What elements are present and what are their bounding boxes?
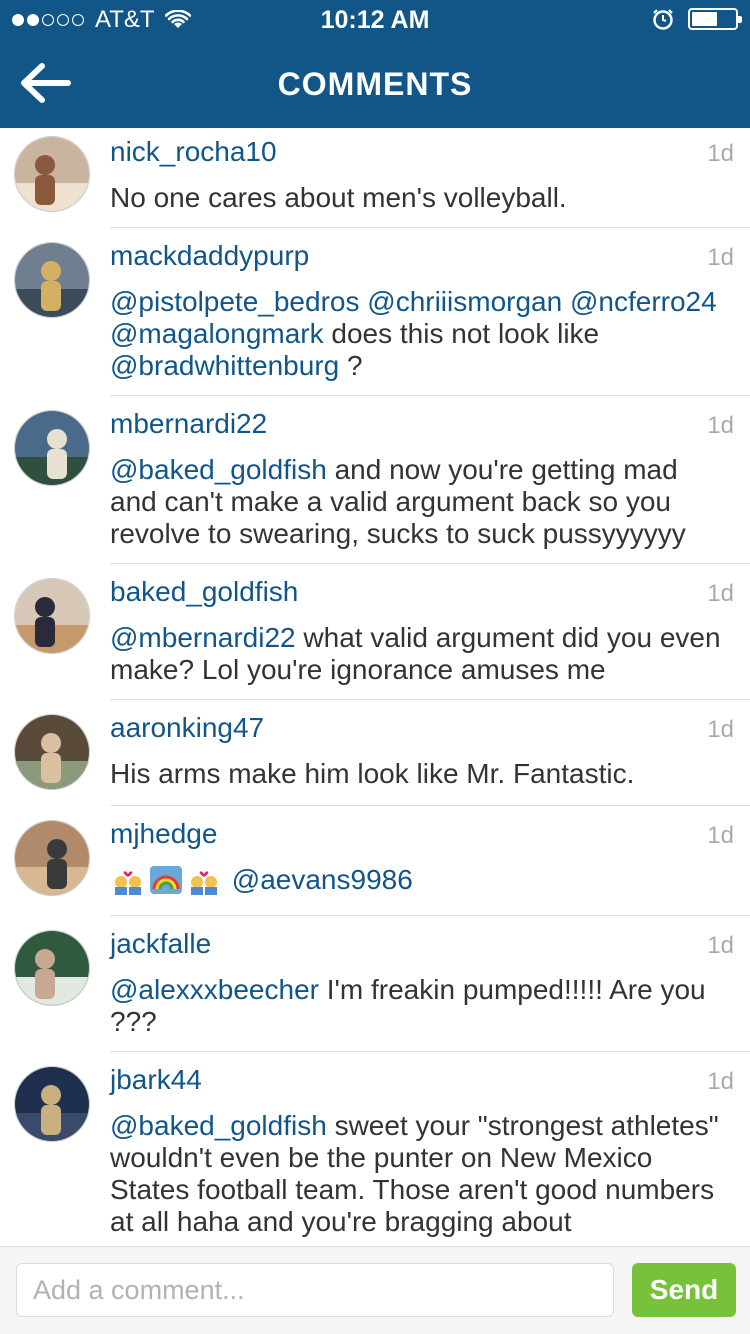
comment-text: @pistolpete_bedros @chriiismorgan @ncfer… <box>110 286 730 382</box>
avatar[interactable] <box>14 820 90 896</box>
comment-item[interactable]: baked_goldfish 1d @mbernardi22 what valid … <box>0 564 750 700</box>
comment-text: His arms make him look like Mr. Fantasti… <box>110 758 730 790</box>
timestamp: 1d <box>707 412 734 439</box>
alarm-icon <box>653 9 673 30</box>
mention-link[interactable]: @ncferro24 <box>570 286 717 317</box>
comment-item[interactable]: nick_rocha10 1d No one cares about men's v… <box>0 128 750 228</box>
couple-heart-icon <box>191 871 217 895</box>
avatar[interactable] <box>14 242 90 318</box>
comment-text: @baked_goldfish and now you're getting m… <box>110 454 730 550</box>
couple-heart-icon <box>115 871 141 895</box>
clock: 10:12 AM <box>320 6 430 34</box>
comment-item[interactable]: jbark44 1d @baked_goldfish sweet your "str… <box>0 1052 750 1246</box>
battery-icon <box>688 8 742 30</box>
mention-link[interactable]: @magalongmark <box>110 318 324 349</box>
comment-item[interactable]: mjhedge 1d @aevans9986 <box>0 806 750 916</box>
avatar[interactable] <box>14 410 90 486</box>
top-bar: AT&T 10:12 AM COMMENTS <box>0 0 750 128</box>
comment-composer: Send <box>0 1246 750 1334</box>
timestamp: 1d <box>707 1068 734 1095</box>
comment-text-segment: His arms make him look like Mr. Fantasti… <box>110 758 635 789</box>
avatar[interactable] <box>14 714 90 790</box>
timestamp: 1d <box>707 580 734 607</box>
mention-link[interactable]: @mbernardi22 <box>110 622 296 653</box>
comment-text: @aevans9986 <box>110 864 730 896</box>
comment-text-segment: ? <box>339 350 363 381</box>
mention-link[interactable]: @baked_goldfish <box>110 1110 327 1141</box>
comment-text-segment <box>224 864 232 895</box>
status-bar: AT&T 10:12 AM <box>0 0 750 40</box>
mention-link[interactable]: @chriiismorgan <box>367 286 562 317</box>
comment-text-segment: No one cares about men's volleyball. <box>110 182 567 213</box>
username-link[interactable]: mackdaddypurp <box>110 240 309 272</box>
comment-text-segment <box>562 286 570 317</box>
avatar[interactable] <box>14 930 90 1006</box>
mention-link[interactable]: @bradwhittenburg <box>110 350 339 381</box>
username-link[interactable]: jbark44 <box>110 1064 202 1096</box>
comment-text: @baked_goldfish sweet your "strongest at… <box>110 1110 730 1238</box>
avatar[interactable] <box>14 578 90 654</box>
nav-bar: COMMENTS <box>0 40 750 128</box>
timestamp: 1d <box>707 140 734 167</box>
send-button[interactable]: Send <box>632 1263 736 1317</box>
comment-item[interactable]: mackdaddypurp 1d @pistolpete_bedros @chrii… <box>0 228 750 396</box>
mention-link[interactable]: @baked_goldfish <box>110 454 327 485</box>
timestamp: 1d <box>707 244 734 271</box>
username-link[interactable]: baked_goldfish <box>110 576 298 608</box>
username-link[interactable]: aaronking47 <box>110 712 264 744</box>
comment-text-segment: does this not look like <box>323 318 600 349</box>
mention-link[interactable]: @pistolpete_bedros <box>110 286 359 317</box>
username-link[interactable]: jackfalle <box>110 928 211 960</box>
mention-link[interactable]: @aevans9986 <box>232 864 413 895</box>
comment-item[interactable]: aaronking47 1d His arms make him look like… <box>0 700 750 806</box>
comment-item[interactable]: jackfalle 1d @alexxxbeecher I'm freakin pu… <box>0 916 750 1052</box>
timestamp: 1d <box>707 822 734 849</box>
comment-text: No one cares about men's volleyball. <box>110 182 730 214</box>
comment-list[interactable]: nick_rocha10 1d No one cares about men's v… <box>0 128 750 1246</box>
comment-text: @alexxxbeecher I'm freakin pumped!!!!! A… <box>110 974 730 1038</box>
username-link[interactable]: mjhedge <box>110 818 217 850</box>
comment-item[interactable]: mbernardi22 1d @baked_goldfish and now you… <box>0 396 750 564</box>
timestamp: 1d <box>707 716 734 743</box>
comment-text: @mbernardi22 what valid argument did you… <box>110 622 730 686</box>
rainbow-icon <box>150 866 182 894</box>
username-link[interactable]: mbernardi22 <box>110 408 267 440</box>
mention-link[interactable]: @alexxxbeecher <box>110 974 319 1005</box>
avatar[interactable] <box>14 1066 90 1142</box>
timestamp: 1d <box>707 932 734 959</box>
page-title: COMMENTS <box>277 66 473 102</box>
username-link[interactable]: nick_rocha10 <box>110 136 277 168</box>
avatar[interactable] <box>14 136 90 212</box>
comment-input[interactable] <box>16 1263 614 1317</box>
